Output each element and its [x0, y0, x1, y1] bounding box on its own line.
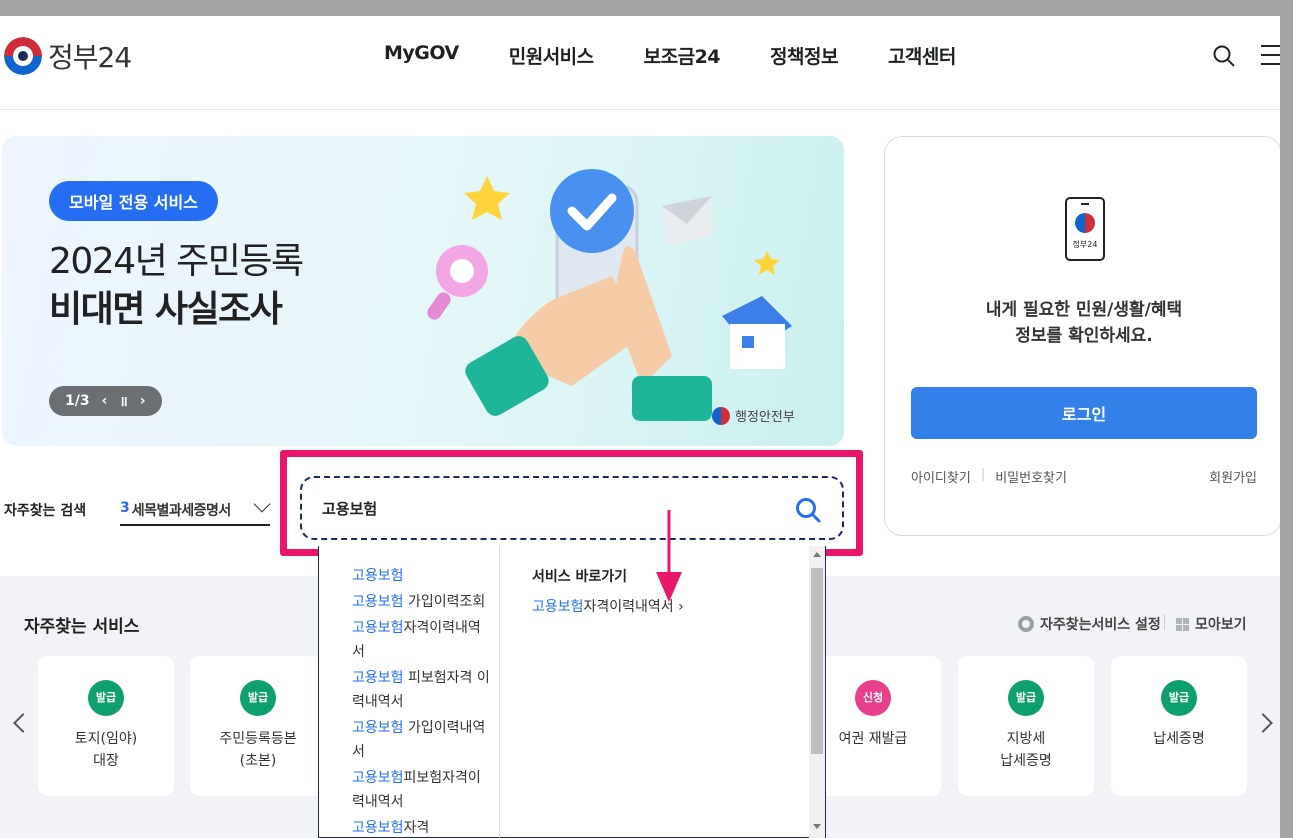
- prev-icon[interactable]: ‹: [102, 393, 108, 409]
- scroll-up-icon[interactable]: [813, 552, 821, 557]
- ministry-logo: 행정안전부: [712, 406, 795, 425]
- login-message-line2: 정보를 확인하세요.: [1015, 326, 1153, 346]
- suggestion-list: 고용보험 고용보험 가입이력조회 고용보험자격이력내역서 고용보험 피보험자격 …: [319, 546, 500, 838]
- service-card-local-tax[interactable]: 발급 지방세 납세증명: [958, 656, 1094, 796]
- main-nav: MyGOV 민원서비스 보조금24 정책정보 고객센터: [384, 42, 956, 69]
- search-button-icon[interactable]: [794, 496, 822, 524]
- signup-link[interactable]: 회원가입: [1209, 467, 1257, 486]
- frequent-search-select[interactable]: 3 세목별과세증명서: [120, 495, 271, 526]
- search-input[interactable]: [322, 493, 762, 523]
- banner-title-line2: 비대면 사실조사: [49, 289, 283, 330]
- frequent-search-label: 자주찾는 검색: [4, 503, 87, 519]
- nav-subsidy24[interactable]: 보조금24: [644, 42, 721, 69]
- issue-badge: 발급: [88, 680, 124, 716]
- settings-label: 자주찾는서비스 설정: [1040, 617, 1161, 633]
- menu-icon[interactable]: [1261, 45, 1280, 65]
- suggestion-item[interactable]: 고용보험 피보험자격 이력내역서: [352, 666, 492, 714]
- issue-badge: 발급: [240, 680, 276, 716]
- taegeuk-icon: [4, 37, 42, 75]
- banner-illustration: [427, 169, 792, 421]
- gear-icon: [1018, 616, 1034, 632]
- login-message-line1: 내게 필요한 민원/생활/혜택: [985, 300, 1183, 320]
- apply-badge: 신청: [855, 680, 891, 716]
- ministry-name: 행정안전부: [735, 410, 795, 425]
- view-all-label: 모아보기: [1195, 617, 1247, 633]
- window-edge: [0, 0, 1293, 16]
- frequent-search-rank: 3: [120, 500, 130, 516]
- login-button[interactable]: 로그인: [911, 387, 1257, 439]
- service-card-tax-payment[interactable]: 발급 납세증명: [1111, 656, 1247, 796]
- logo-text: 정부24: [48, 41, 132, 74]
- suggestion-item[interactable]: 고용보험: [352, 564, 492, 588]
- banner-title-line1: 2024년 주민등록: [49, 241, 304, 282]
- suggestion-item[interactable]: 고용보험자격이력내역서: [352, 616, 492, 664]
- dropdown-scrollbar[interactable]: [809, 546, 825, 838]
- promo-banner[interactable]: 모바일 전용 서비스 2024년 주민등록 비대면 사실조사 1/3 ‹ ॥ ›…: [2, 136, 844, 446]
- phone-label: 정부24: [1072, 240, 1098, 249]
- header: 정부24 MyGOV 민원서비스 보조금24 정책정보 고객센터: [0, 16, 1280, 110]
- nav-civil-service[interactable]: 민원서비스: [509, 42, 594, 69]
- banner-pager: 1/3 ‹ ॥ ›: [49, 386, 162, 416]
- scroll-thumb[interactable]: [811, 568, 823, 754]
- logo[interactable]: 정부24: [4, 36, 132, 76]
- view-all-button[interactable]: 모아보기: [1176, 614, 1247, 634]
- service-card-land-register[interactable]: 발급 토지(임야) 대장: [38, 656, 174, 796]
- divider: [1164, 614, 1165, 630]
- service-label: 주민등록등본 (초본): [219, 731, 297, 769]
- login-card: 정부24 내게 필요한 민원/생활/혜택 정보를 확인하세요. 로그인 아이디찾…: [884, 136, 1280, 536]
- frequent-services-settings[interactable]: 자주찾는서비스 설정: [1018, 614, 1161, 634]
- search-box: [300, 476, 844, 540]
- search-icon[interactable]: [1212, 44, 1236, 68]
- login-links: 아이디찾기 | 비밀번호찾기 회원가입: [911, 467, 1257, 486]
- chevron-down-icon: [253, 495, 271, 513]
- suggestion-item[interactable]: 고용보험자격: [352, 816, 492, 838]
- suggestion-item[interactable]: 고용보험피보험자격이력내역서: [352, 766, 492, 814]
- autocomplete-dropdown: 고용보험 고용보험 가입이력조회 고용보험자격이력내역서 고용보험 피보험자격 …: [318, 546, 826, 838]
- suggestion-item[interactable]: 고용보험 가입이력조회: [352, 590, 492, 614]
- scroll-down-icon[interactable]: [813, 824, 821, 829]
- pause-icon[interactable]: ॥: [119, 392, 127, 411]
- service-label: 납세증명: [1153, 731, 1205, 747]
- page: 정부24 MyGOV 민원서비스 보조금24 정책정보 고객센터 모바일 전용 …: [0, 16, 1280, 838]
- pager-count: 1/3: [65, 393, 90, 409]
- taegeuk-small-icon: [712, 406, 730, 425]
- suggestion-item[interactable]: 고용보험 가입이력내역서: [352, 716, 492, 764]
- frequent-search-value: 세목별과세증명서: [131, 503, 232, 519]
- nav-policy-info[interactable]: 정책정보: [770, 42, 838, 69]
- mobile-phone-icon: 정부24: [1065, 197, 1105, 261]
- service-label: 지방세 납세증명: [1000, 731, 1052, 769]
- window-edge: [1280, 0, 1293, 838]
- nav-mygov[interactable]: MyGOV: [384, 42, 459, 69]
- issue-badge: 발급: [1008, 680, 1044, 716]
- annotation-arrow-icon: [656, 510, 682, 602]
- grid-icon: [1176, 617, 1189, 631]
- service-card-resident-register[interactable]: 발급 주민등록등본 (초본): [190, 656, 326, 796]
- issue-badge: 발급: [1161, 680, 1197, 716]
- find-password-link[interactable]: 비밀번호찾기: [995, 467, 1067, 486]
- find-id-link[interactable]: 아이디찾기: [911, 467, 971, 486]
- login-message: 내게 필요한 민원/생활/혜택 정보를 확인하세요.: [885, 297, 1280, 349]
- banner-badge: 모바일 전용 서비스: [49, 181, 218, 221]
- service-label: 토지(임야) 대장: [74, 731, 138, 769]
- frequent-services-title: 자주찾는 서비스: [24, 617, 140, 637]
- divider: |: [980, 467, 986, 482]
- nav-customer-center[interactable]: 고객센터: [888, 42, 956, 69]
- next-icon[interactable]: ›: [140, 393, 146, 409]
